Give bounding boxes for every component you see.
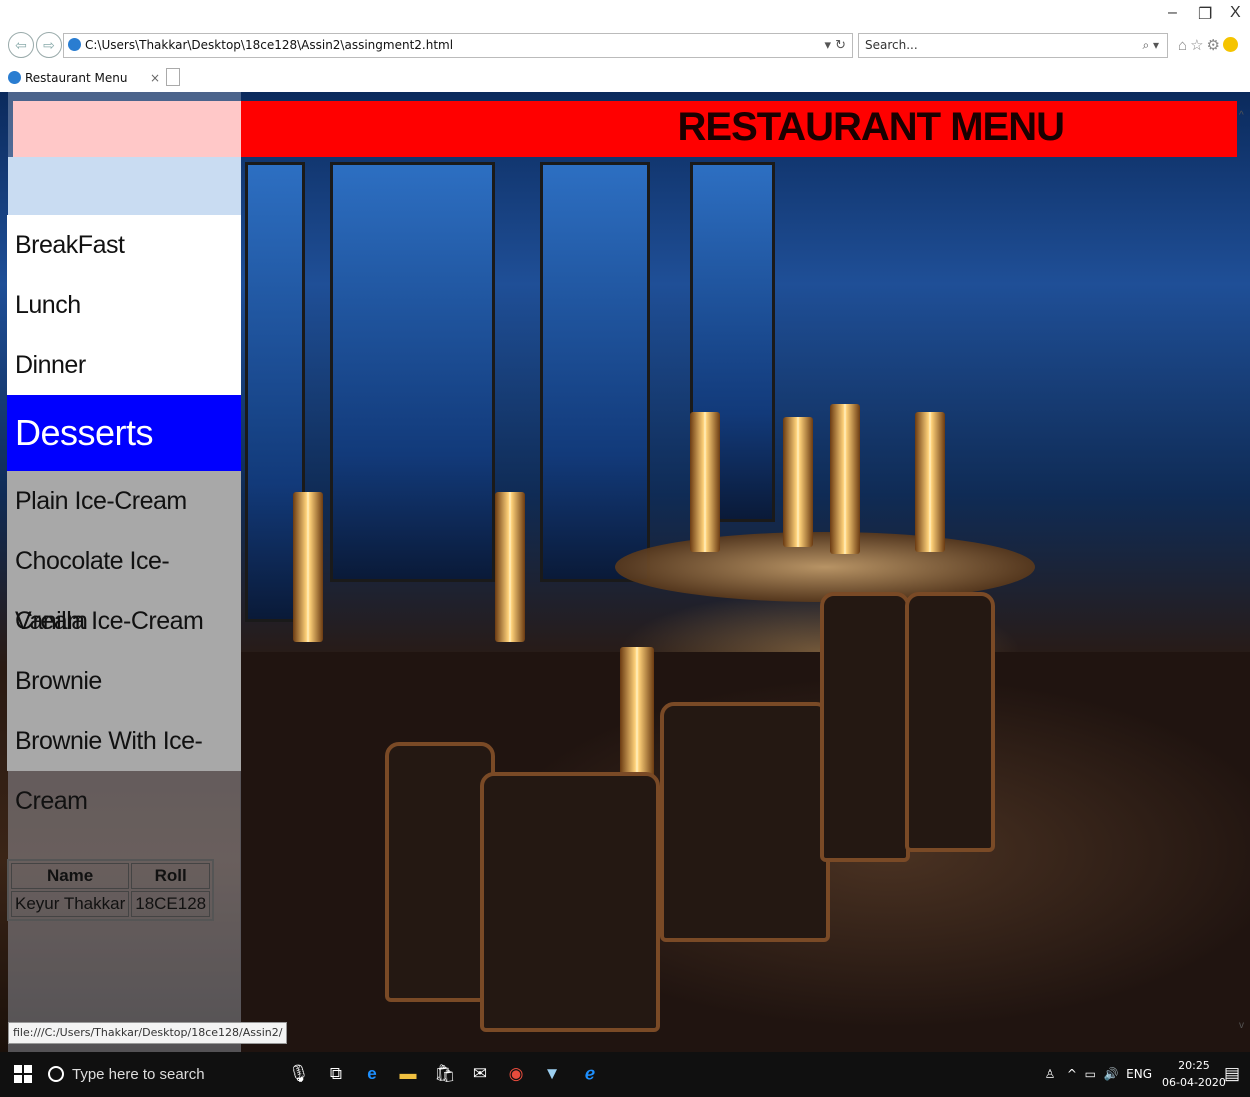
taskbar-search-input[interactable]: Type here to search — [48, 1052, 318, 1097]
table-header-name: Name — [11, 863, 130, 889]
browser-window: – ❐ X ⇦ ⇨ C:\Users\Thakkar\Desktop\18ce1… — [0, 0, 1250, 1097]
background-lamp — [915, 412, 945, 552]
menu-list: BreakFast Lunch Dinner Desserts Plain Ic… — [7, 215, 241, 815]
volume-icon[interactable]: 🔊 — [1104, 1067, 1119, 1081]
taskbar-clock[interactable]: 20:25 06-04-2020 — [1162, 1057, 1226, 1091]
background-chair — [385, 742, 495, 1002]
store-icon[interactable]: 🛍 — [434, 1064, 456, 1084]
minimize-icon[interactable]: – — [1168, 4, 1177, 22]
app-icon[interactable]: ▼ — [542, 1064, 562, 1084]
background-chair — [480, 772, 660, 1032]
background-lamp — [830, 404, 860, 554]
search-placeholder: Search... — [865, 38, 918, 52]
background-lamp — [495, 492, 525, 642]
tab-title: Restaurant Menu — [25, 71, 128, 85]
page-title: RESTAURANT MENU — [677, 105, 1065, 149]
submenu-item-vanilla-ice-cream[interactable]: Vanilla Ice-Cream — [7, 591, 241, 651]
sidebar-header-pink — [13, 101, 241, 157]
close-window-icon[interactable]: X — [1230, 4, 1241, 22]
language-indicator[interactable]: ENG — [1126, 1067, 1152, 1081]
clock-date: 06-04-2020 — [1162, 1076, 1226, 1089]
menu-item-breakfast[interactable]: BreakFast — [7, 215, 241, 275]
taskbar: Type here to search 🎙 ⧉ e ▬ 🛍 ✉ ◉ ▼ ℯ ♙ … — [0, 1052, 1250, 1097]
sidebar-header-blue — [8, 157, 241, 215]
windows-start-icon[interactable] — [14, 1065, 32, 1083]
favorites-star-icon[interactable]: ☆ — [1190, 37, 1206, 54]
background-lamp — [783, 417, 813, 547]
ie-favicon-icon — [68, 38, 81, 51]
system-tray: ♙ ^ ▭ 🔊 ENG — [1045, 1052, 1152, 1097]
page-banner: RESTAURANT MENU — [241, 101, 1237, 157]
background-chair — [905, 592, 995, 852]
network-icon[interactable]: ▭ — [1085, 1067, 1096, 1081]
background-lamp — [293, 492, 323, 642]
window-controls: – ❐ X — [1130, 0, 1250, 30]
restore-icon[interactable]: ❐ — [1198, 4, 1212, 24]
scroll-up-icon[interactable]: ^ — [1239, 110, 1244, 121]
address-text: C:\Users\Thakkar\Desktop\18ce128\Assin2\… — [85, 38, 454, 52]
refresh-icon[interactable]: ▾ ↻ — [824, 34, 846, 57]
table-cell-name: Keyur Thakkar — [11, 891, 130, 917]
address-row: ⇦ ⇨ C:\Users\Thakkar\Desktop\18ce128\Ass… — [0, 30, 1250, 62]
scroll-down-icon[interactable]: v — [1239, 1020, 1244, 1031]
cortana-icon — [48, 1066, 64, 1082]
tab-restaurant-menu[interactable]: Restaurant Menu × — [8, 65, 166, 91]
search-icon[interactable]: ⌕ ▾ — [1142, 34, 1159, 57]
search-input[interactable]: Search... ⌕ ▾ — [858, 33, 1168, 58]
background-lamp — [690, 412, 720, 552]
taskbar-search-placeholder: Type here to search — [72, 1066, 205, 1083]
student-info-table: Name Roll Keyur Thakkar 18CE128 — [7, 859, 215, 921]
table-header-roll: Roll — [131, 863, 211, 889]
toolbar-icons: ⌂☆⚙ — [1178, 36, 1238, 54]
page-viewport: RESTAURANT MENU BreakFast Lunch Dinner D… — [0, 92, 1250, 1052]
background-chair — [820, 592, 910, 862]
page-scrollbar[interactable]: ^ v — [1238, 92, 1250, 1052]
menu-item-lunch[interactable]: Lunch — [7, 275, 241, 335]
submenu-item-chocolate-ice-cream[interactable]: Chocolate Ice-Cream — [7, 531, 241, 635]
menu-item-dinner[interactable]: Dinner — [7, 335, 241, 395]
background-table-lamp — [620, 647, 654, 777]
tab-close-icon[interactable]: × — [150, 65, 160, 91]
background-window — [540, 162, 650, 582]
menu-item-desserts[interactable]: Desserts — [7, 395, 241, 471]
mail-icon[interactable]: ✉ — [470, 1064, 490, 1084]
status-url-tooltip: file:///C:/Users/Thakkar/Desktop/18ce128… — [8, 1022, 288, 1044]
forward-icon[interactable]: ⇨ — [36, 32, 62, 58]
address-bar[interactable]: C:\Users\Thakkar\Desktop\18ce128\Assin2\… — [63, 33, 853, 58]
file-explorer-icon[interactable]: ▬ — [398, 1064, 418, 1084]
background-chair — [660, 702, 830, 942]
table-row: Keyur Thakkar 18CE128 — [11, 891, 211, 917]
background-window — [330, 162, 495, 582]
notifications-icon[interactable]: ▤ — [1222, 1064, 1242, 1084]
back-icon[interactable]: ⇦ — [8, 32, 34, 58]
table-cell-roll: 18CE128 — [131, 891, 211, 917]
table-header-row: Name Roll — [11, 863, 211, 889]
microphone-icon[interactable]: 🎙 — [288, 1064, 310, 1084]
submenu-item-plain-ice-cream[interactable]: Plain Ice-Cream — [7, 471, 241, 531]
new-tab-button[interactable] — [166, 68, 180, 86]
show-hidden-icons-icon[interactable]: ^ — [1067, 1067, 1077, 1081]
clock-time: 20:25 — [1178, 1059, 1210, 1072]
chrome-icon[interactable]: ◉ — [506, 1064, 526, 1084]
tab-row: Restaurant Menu × — [0, 62, 1250, 92]
submenu-item-brownie-with-ice-cream[interactable]: Brownie With Ice-Cream — [7, 711, 241, 815]
task-view-icon[interactable]: ⧉ — [326, 1064, 346, 1084]
settings-gear-icon[interactable]: ⚙ — [1207, 37, 1223, 54]
internet-explorer-icon[interactable]: ℯ — [580, 1064, 600, 1084]
people-icon[interactable]: ♙ — [1045, 1067, 1056, 1081]
tab-favicon-icon — [8, 71, 21, 84]
edge-icon[interactable]: e — [362, 1064, 382, 1084]
feedback-smiley-icon[interactable] — [1222, 37, 1238, 52]
submenu-item-brownie[interactable]: Brownie — [7, 651, 241, 711]
home-icon[interactable]: ⌂ — [1178, 37, 1190, 54]
